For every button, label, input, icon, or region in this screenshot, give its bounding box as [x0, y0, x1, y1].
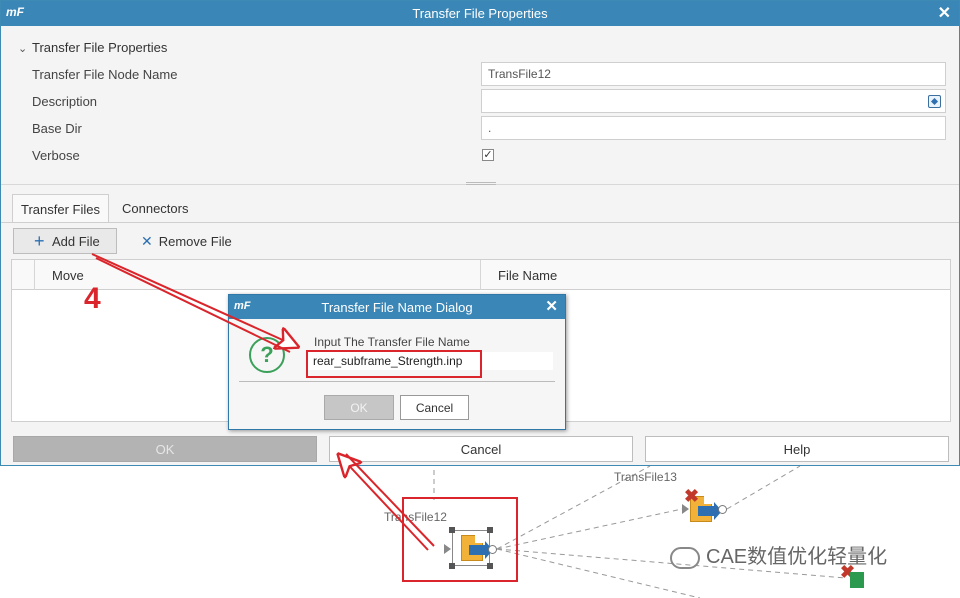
base-dir-field[interactable]: . — [481, 116, 946, 140]
verbose-label: Verbose — [32, 148, 80, 163]
divider — [239, 381, 555, 382]
verbose-checkbox[interactable]: ✓ — [482, 149, 494, 161]
help-button[interactable]: Help — [645, 436, 949, 462]
wechat-icon — [670, 546, 700, 569]
section-title: Transfer File Properties — [32, 40, 168, 55]
add-file-button[interactable]: + Add File — [13, 228, 117, 254]
annotation-highlight-node — [402, 497, 518, 582]
close-icon[interactable]: ✕ — [938, 3, 951, 23]
dialog-cancel-button[interactable]: Cancel — [400, 395, 469, 420]
close-icon[interactable]: ✕ — [545, 297, 558, 315]
transfer-arrow-icon — [698, 502, 722, 520]
plus-icon: + — [34, 231, 45, 251]
prompt-label: Input The Transfer File Name — [314, 335, 470, 349]
column-header-file-name[interactable]: File Name — [498, 268, 557, 283]
annotation-highlight-input — [306, 350, 482, 378]
document-icon — [850, 572, 864, 588]
dialog-title: Transfer File Properties — [412, 6, 548, 21]
table-header: Move File Name — [12, 260, 950, 290]
dialog-ok-button[interactable]: OK — [324, 395, 394, 420]
cancel-button[interactable]: Cancel — [329, 436, 633, 462]
base-dir-label: Base Dir — [32, 121, 82, 136]
node-name-field[interactable]: TransFile12 — [481, 62, 946, 86]
question-icon: ? — [249, 337, 285, 373]
description-label: Description — [32, 94, 98, 109]
collapse-chevron-icon[interactable]: ⌄ — [18, 42, 27, 55]
watermark: CAE数值优化轻量化 — [670, 540, 887, 569]
remove-file-button[interactable]: ✕ Remove File — [141, 233, 232, 250]
input-port-icon — [682, 504, 689, 514]
watermark-text: CAE数值优化轻量化 — [706, 546, 888, 568]
x-icon: ✕ — [141, 233, 153, 249]
edit-icon[interactable] — [928, 95, 941, 108]
tab-connectors[interactable]: Connectors — [114, 194, 196, 223]
dialog-title-bar[interactable]: mF Transfer File Name Dialog ✕ — [229, 295, 565, 319]
description-field[interactable] — [481, 89, 946, 113]
add-file-label: Add File — [52, 234, 100, 249]
column-separator — [480, 260, 481, 290]
splitter-handle[interactable] — [466, 182, 496, 185]
tab-underline — [1, 222, 959, 223]
tab-transfer-files[interactable]: Transfer Files — [12, 194, 109, 223]
output-port[interactable] — [718, 505, 727, 514]
dialog-title: Transfer File Name Dialog — [321, 300, 473, 315]
remove-file-label: Remove File — [158, 234, 232, 249]
ok-button[interactable]: OK — [13, 436, 317, 462]
title-bar[interactable]: mF Transfer File Properties ✕ — [1, 1, 959, 26]
column-separator — [34, 260, 35, 290]
node-name-label: Transfer File Node Name — [32, 67, 178, 82]
node-label-transfile13: TransFile13 — [614, 470, 677, 484]
column-header-move[interactable]: Move — [52, 268, 84, 283]
annotation-step-number: 4 — [84, 282, 101, 315]
